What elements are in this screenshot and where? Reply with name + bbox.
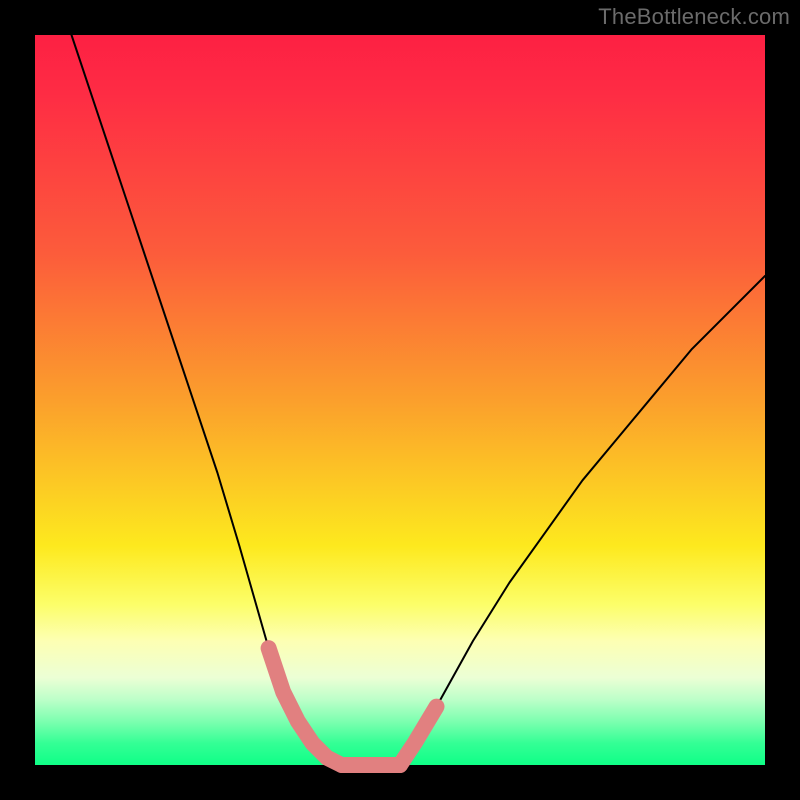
chart-svg [35,35,765,765]
series-left-marker-band [269,648,342,765]
series-right-curve [400,276,765,765]
series-right-marker-band [400,707,437,765]
watermark-text: TheBottleneck.com [598,4,790,30]
chart-frame: TheBottleneck.com [0,0,800,800]
series-left-curve [72,35,342,765]
